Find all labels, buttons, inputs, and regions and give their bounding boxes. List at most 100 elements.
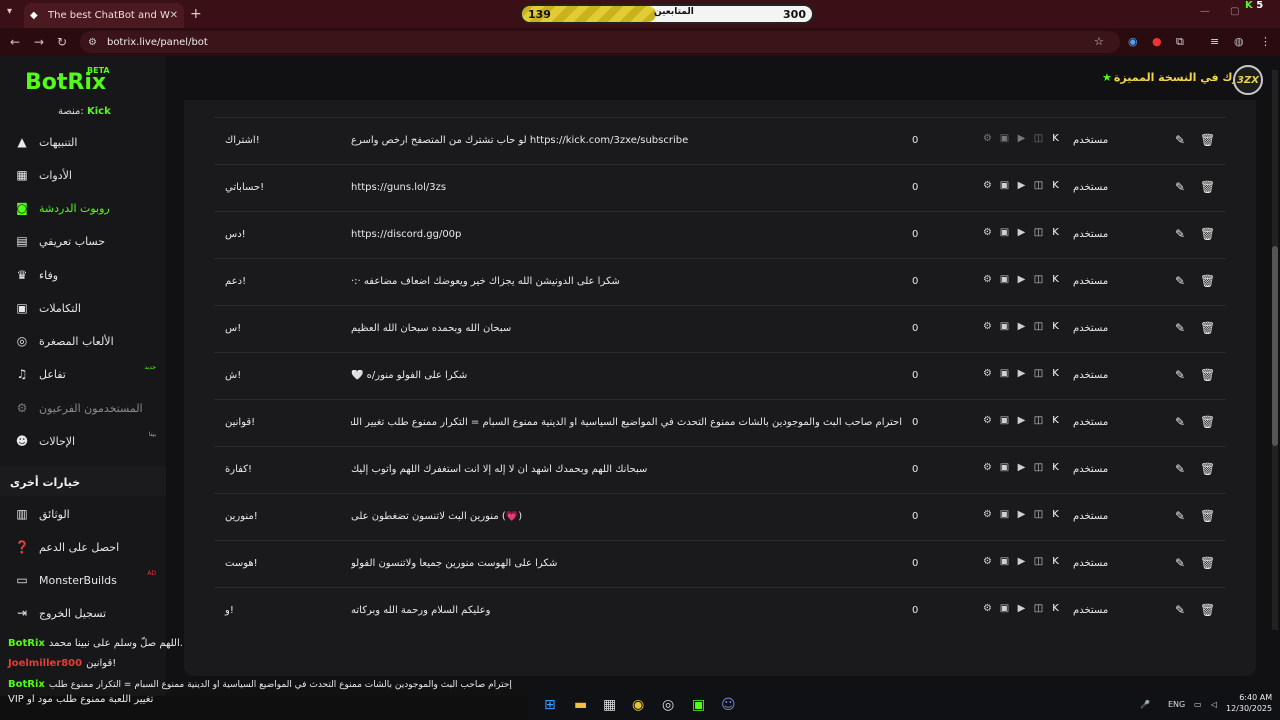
chat-platform-icon[interactable]: ◫ xyxy=(1033,321,1044,332)
kick-icon[interactable]: K xyxy=(1050,415,1061,426)
delete-icon[interactable]: 🗑 xyxy=(1200,556,1215,570)
delete-icon[interactable]: 🗑 xyxy=(1200,274,1215,288)
edit-icon[interactable]: ✎ xyxy=(1175,556,1185,570)
sidebar-item-chatbot[interactable]: ◙ روبوت الدردشة xyxy=(0,192,166,224)
obs-icon[interactable]: ◎ xyxy=(662,697,674,713)
delete-icon[interactable]: 🗑 xyxy=(1200,415,1215,429)
sidebar-item-subusers[interactable]: ⚙ المستخدمون الفرعيون xyxy=(0,392,166,424)
delete-icon[interactable]: 🗑 xyxy=(1200,603,1215,617)
maximize-icon[interactable]: ▢ xyxy=(1230,6,1239,17)
avatar[interactable]: 3ZX xyxy=(1233,65,1263,95)
twitch-icon[interactable]: ▣ xyxy=(999,321,1010,332)
robot-platform-icon[interactable]: ⚙ xyxy=(982,180,993,191)
twitch-icon[interactable]: ▣ xyxy=(999,462,1010,473)
start-icon[interactable]: ⊞ xyxy=(544,697,556,713)
twitch-icon[interactable]: ▣ xyxy=(999,133,1010,144)
network-icon[interactable]: ▭ xyxy=(1194,700,1202,709)
chat-platform-icon[interactable]: ◫ xyxy=(1033,227,1044,238)
delete-icon[interactable]: 🗑 xyxy=(1200,321,1215,335)
sidebar-item-minigames[interactable]: ◎ الألعاب المصغرة xyxy=(0,325,166,357)
store-icon[interactable]: ▦ xyxy=(603,697,616,713)
sidebar-item-logout[interactable]: ⇥ تسجيل الخروج xyxy=(0,597,166,629)
kick-icon[interactable]: K xyxy=(1050,274,1061,285)
edit-icon[interactable]: ✎ xyxy=(1175,133,1185,147)
chat-platform-icon[interactable]: ◫ xyxy=(1033,133,1044,144)
botrix-logo[interactable]: BotRix BETA xyxy=(25,66,110,95)
kick-icon[interactable]: K xyxy=(1050,556,1061,567)
reading-list-icon[interactable]: ≡ xyxy=(1210,35,1219,48)
new-tab-button[interactable]: + xyxy=(190,6,202,22)
edit-icon[interactable]: ✎ xyxy=(1175,509,1185,523)
twitch-icon[interactable]: ▣ xyxy=(999,274,1010,285)
chat-platform-icon[interactable]: ◫ xyxy=(1033,180,1044,191)
url-field[interactable]: ⚙ botrix.live/panel/bot xyxy=(80,31,1120,53)
system-clock[interactable]: 6:40 AM 12/30/2025 xyxy=(1226,692,1272,714)
chat-platform-icon[interactable]: ◫ xyxy=(1033,556,1044,567)
edit-icon[interactable]: ✎ xyxy=(1175,180,1185,194)
sidebar-item-loyalty[interactable]: ♛ وفاء xyxy=(0,259,166,291)
kick-icon[interactable]: K xyxy=(1050,180,1061,191)
edit-icon[interactable]: ✎ xyxy=(1175,321,1185,335)
youtube-icon[interactable]: ▶ xyxy=(1016,227,1027,238)
browser-menu-icon[interactable]: ⋮ xyxy=(1260,35,1271,48)
chat-platform-icon[interactable]: ◫ xyxy=(1033,368,1044,379)
chrome-icon[interactable]: ◉ xyxy=(632,697,644,713)
delete-icon[interactable]: 🗑 xyxy=(1200,227,1215,241)
youtube-icon[interactable]: ▶ xyxy=(1016,509,1027,520)
twitch-icon[interactable]: ▣ xyxy=(999,415,1010,426)
kick-icon[interactable]: K xyxy=(1050,321,1061,332)
robot-platform-icon[interactable]: ⚙ xyxy=(982,321,993,332)
twitch-icon[interactable]: ▣ xyxy=(999,509,1010,520)
sidebar-item-referrals[interactable]: ☻ الإحالات بيتا xyxy=(0,425,166,457)
robot-platform-icon[interactable]: ⚙ xyxy=(982,274,993,285)
delete-icon[interactable]: 🗑 xyxy=(1200,368,1215,382)
kick-icon[interactable]: K xyxy=(1050,133,1061,144)
youtube-icon[interactable]: ▶ xyxy=(1016,462,1027,473)
chat-platform-icon[interactable]: ◫ xyxy=(1033,462,1044,473)
microphone-icon[interactable]: 🎤 xyxy=(1140,700,1150,709)
twitch-icon[interactable]: ▣ xyxy=(999,556,1010,567)
chat-platform-icon[interactable]: ◫ xyxy=(1033,509,1044,520)
language-indicator[interactable]: ENG xyxy=(1168,700,1185,709)
sidebar-item-alerts[interactable]: ▲ التنبيهات xyxy=(0,126,166,158)
extension-audio-icon[interactable]: ◉ xyxy=(1128,35,1138,48)
robot-platform-icon[interactable]: ⚙ xyxy=(982,415,993,426)
kick-icon[interactable]: K xyxy=(1050,603,1061,614)
edit-icon[interactable]: ✎ xyxy=(1175,227,1185,241)
minimize-icon[interactable]: — xyxy=(1200,6,1210,17)
twitch-icon[interactable]: ▣ xyxy=(999,180,1010,191)
robot-platform-icon[interactable]: ⚙ xyxy=(982,603,993,614)
bookmark-star-icon[interactable]: ☆ xyxy=(1094,35,1104,48)
scrollbar-thumb[interactable] xyxy=(1272,246,1278,446)
sidebar-item-interaction[interactable]: ♫ تفاعل جديد xyxy=(0,358,166,390)
sidebar-item-widgets[interactable]: ▦ الأدوات xyxy=(0,159,166,191)
robot-platform-icon[interactable]: ⚙ xyxy=(982,368,993,379)
discord-icon[interactable]: ☺ xyxy=(721,697,736,713)
site-info-icon[interactable]: ⚙ xyxy=(88,37,97,48)
browser-tab[interactable]: ◆ The best ChatBot and Widgets ✕ xyxy=(24,3,184,28)
chat-platform-icon[interactable]: ◫ xyxy=(1033,274,1044,285)
youtube-icon[interactable]: ▶ xyxy=(1016,415,1027,426)
robot-platform-icon[interactable]: ⚙ xyxy=(982,462,993,473)
youtube-icon[interactable]: ▶ xyxy=(1016,603,1027,614)
chat-platform-icon[interactable]: ◫ xyxy=(1033,415,1044,426)
back-icon[interactable]: ← xyxy=(10,35,20,49)
youtube-icon[interactable]: ▶ xyxy=(1016,368,1027,379)
kick-icon[interactable]: K xyxy=(1050,509,1061,520)
twitch-icon[interactable]: ▣ xyxy=(999,603,1010,614)
twitch-icon[interactable]: ▣ xyxy=(999,368,1010,379)
edit-icon[interactable]: ✎ xyxy=(1175,368,1185,382)
sidebar-item-support[interactable]: ❓ احصل على الدعم xyxy=(0,531,166,563)
edit-icon[interactable]: ✎ xyxy=(1175,274,1185,288)
youtube-icon[interactable]: ▶ xyxy=(1016,321,1027,332)
chat-platform-icon[interactable]: ◫ xyxy=(1033,603,1044,614)
kick-icon[interactable]: K xyxy=(1050,462,1061,473)
volume-icon[interactable]: ◁ xyxy=(1211,700,1217,709)
extension-record-icon[interactable]: ● xyxy=(1152,35,1162,48)
sidebar-item-docs[interactable]: ▥ الوثائق xyxy=(0,498,166,530)
robot-platform-icon[interactable]: ⚙ xyxy=(982,556,993,567)
extensions-icon[interactable]: ⧉ xyxy=(1176,35,1184,49)
sidebar-item-integrations[interactable]: ▣ التكاملات xyxy=(0,292,166,324)
delete-icon[interactable]: 🗑 xyxy=(1200,133,1215,147)
robot-platform-icon[interactable]: ⚙ xyxy=(982,227,993,238)
